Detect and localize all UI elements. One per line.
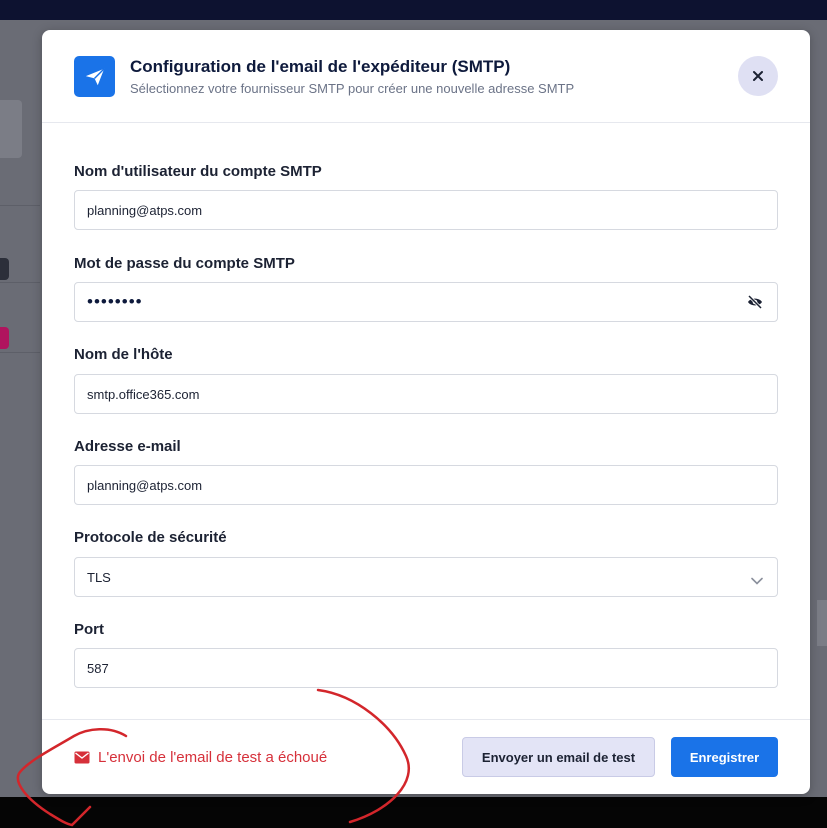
modal-title: Configuration de l'email de l'expéditeur…	[130, 57, 511, 76]
background-divider	[0, 352, 40, 353]
smtp-config-modal: Configuration de l'email de l'expéditeur…	[42, 30, 810, 794]
email-field[interactable]: planning@atps.com	[74, 465, 778, 505]
error-message: L'envoi de l'email de test a échoué	[98, 749, 328, 766]
background-panel	[0, 100, 22, 158]
protocol-select[interactable]: TLS	[74, 557, 778, 597]
background-divider	[0, 282, 40, 283]
modal-header: Configuration de l'email de l'expéditeur…	[42, 30, 810, 123]
host-field[interactable]: smtp.office365.com	[74, 374, 778, 414]
username-field[interactable]: planning@atps.com	[74, 190, 778, 230]
password-label: Mot de passe du compte SMTP	[74, 255, 295, 272]
username-label: Nom d'utilisateur du compte SMTP	[74, 163, 322, 180]
port-field[interactable]: 587	[74, 648, 778, 688]
close-button[interactable]	[738, 56, 778, 96]
modal-footer-divider	[42, 719, 810, 720]
port-label: Port	[74, 621, 104, 638]
close-icon	[753, 71, 763, 81]
password-field[interactable]: ••••••••	[74, 282, 778, 322]
host-value: smtp.office365.com	[87, 387, 200, 402]
modal-subtitle: Sélectionnez votre fournisseur SMTP pour…	[130, 81, 575, 96]
port-value: 587	[87, 661, 109, 676]
app-top-bar	[0, 0, 827, 20]
envelope-icon	[74, 751, 90, 769]
email-value: planning@atps.com	[87, 478, 203, 493]
send-test-email-button[interactable]: Envoyer un email de test	[462, 737, 655, 777]
background-chip	[0, 327, 9, 349]
chevron-down-icon	[751, 572, 763, 590]
background-chip	[0, 258, 9, 280]
app-bottom-bar	[0, 797, 827, 828]
password-value: ••••••••	[87, 292, 143, 311]
protocol-label: Protocole de sécurité	[74, 529, 227, 546]
host-label: Nom de l'hôte	[74, 346, 173, 363]
background-panel-right	[817, 600, 827, 646]
eye-slash-icon[interactable]	[747, 294, 763, 314]
background-divider	[0, 205, 40, 206]
protocol-value: TLS	[87, 570, 111, 585]
paper-plane-icon	[74, 56, 115, 97]
username-value: planning@atps.com	[87, 203, 203, 218]
save-button[interactable]: Enregistrer	[671, 737, 778, 777]
email-label: Adresse e-mail	[74, 438, 181, 455]
